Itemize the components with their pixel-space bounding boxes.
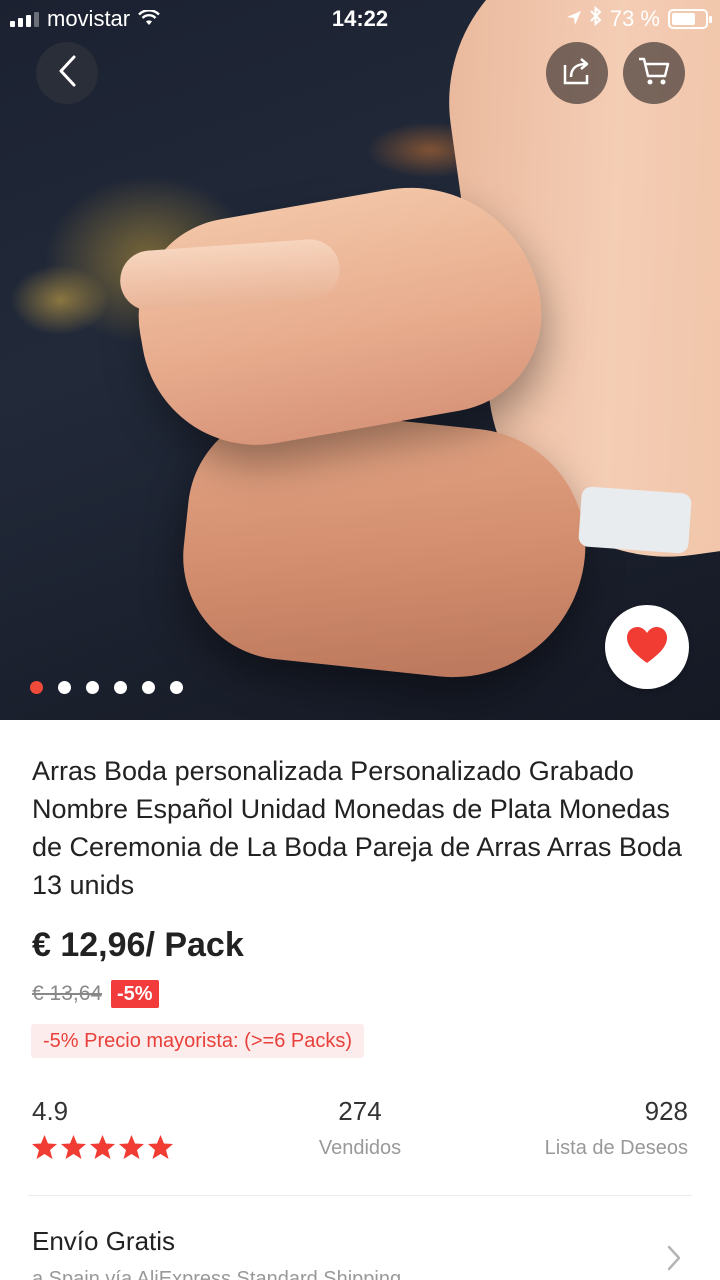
share-button[interactable] [546, 42, 608, 104]
chevron-left-icon [57, 54, 77, 93]
gallery-dot[interactable] [86, 681, 99, 694]
gallery-pagination [30, 681, 183, 694]
discount-badge: -5% [111, 980, 159, 1008]
star-icon [60, 1134, 87, 1160]
sold-label: Vendidos [318, 1137, 402, 1159]
star-icon [89, 1134, 116, 1160]
heart-icon [625, 625, 669, 670]
original-price: € 13,64 [32, 982, 103, 1005]
gallery-dot[interactable] [170, 681, 183, 694]
divider [28, 1195, 692, 1196]
gallery-dot[interactable] [58, 681, 71, 694]
gallery-dot[interactable] [142, 681, 155, 694]
star-icon [118, 1134, 145, 1160]
bluetooth-icon [590, 5, 602, 32]
product-title: Arras Boda personalizada Personalizado G… [32, 756, 682, 900]
rating-value: 4.9 [32, 1096, 69, 1126]
shipping-subtitle: a Spain vía AliExpress Standard Shipping [32, 1268, 402, 1280]
star-icon [31, 1134, 58, 1160]
cart-icon [637, 55, 671, 92]
star-icon [147, 1134, 174, 1160]
product-info: Arras Boda personalizada Personalizado G… [0, 720, 720, 1280]
bulk-price-tag: -5% Precio mayorista: (>=6 Packs) [31, 1024, 364, 1058]
battery-icon [668, 9, 712, 29]
photo-cuff [578, 486, 692, 554]
rating-stars [31, 1134, 174, 1160]
wishlist-count: 928 [644, 1096, 688, 1126]
chevron-right-icon [666, 1244, 682, 1277]
wishlist-stat[interactable]: 928 Lista de Deseos [545, 1096, 688, 1160]
back-button[interactable] [36, 42, 98, 104]
wishlist-button[interactable] [605, 605, 689, 689]
cart-button[interactable] [623, 42, 685, 104]
status-bar: movistar 14:22 73 % [0, 0, 720, 40]
location-icon [566, 6, 582, 32]
sold-stat: 274 Vendidos [280, 1096, 440, 1160]
shipping-title: Envío Gratis [32, 1226, 176, 1256]
product-price: € 12,96/ Pack [32, 926, 244, 964]
gallery-dot[interactable] [30, 681, 43, 694]
share-icon [561, 55, 593, 92]
product-image[interactable] [0, 0, 720, 720]
gallery-dot[interactable] [114, 681, 127, 694]
sold-count: 274 [338, 1096, 382, 1126]
battery-percentage: 73 % [609, 6, 660, 31]
wishlist-label: Lista de Deseos [544, 1137, 688, 1159]
